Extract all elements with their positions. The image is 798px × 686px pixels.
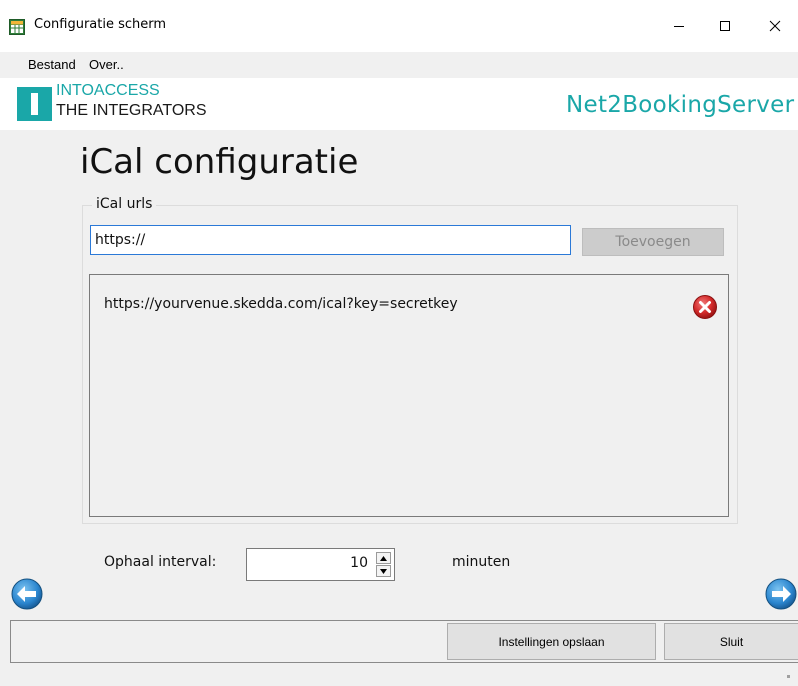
company-tagline: THE INTEGRATORS (56, 102, 207, 119)
brand-banner: INTOACCESS THE INTEGRATORS Net2BookingSe… (0, 78, 798, 130)
caret-down-icon (380, 568, 387, 574)
minimize-button[interactable] (656, 11, 702, 41)
table-grid-icon (9, 19, 25, 35)
page-title: iCal configuratie (80, 142, 359, 182)
forward-arrow-icon (765, 578, 797, 610)
add-url-button[interactable]: Toevoegen (582, 228, 724, 256)
interval-unit: minuten (452, 554, 511, 570)
company-name: INTOACCESS (56, 82, 160, 99)
maximize-icon (720, 21, 730, 31)
forward-button[interactable] (765, 578, 798, 610)
ical-url-input[interactable] (90, 225, 571, 255)
save-settings-button[interactable]: Instellingen opslaan (447, 623, 656, 660)
close-button[interactable]: Sluit (664, 623, 798, 660)
title-bar: Configuratie scherm (0, 0, 798, 52)
footer-bar: Instellingen opslaan Sluit (10, 620, 798, 663)
menu-bar: Bestand Over.. (0, 52, 798, 78)
close-icon (769, 20, 781, 32)
stepper-up-button[interactable] (376, 552, 391, 564)
resize-grip[interactable] (787, 675, 790, 678)
interval-stepper[interactable]: 10 (246, 548, 395, 581)
ical-urls-group-label: iCal urls (92, 196, 157, 212)
menu-over[interactable]: Over.. (89, 57, 124, 72)
menu-bestand[interactable]: Bestand (28, 57, 76, 72)
stepper-down-button[interactable] (376, 565, 391, 577)
company-logo (17, 87, 52, 121)
maximize-button[interactable] (702, 11, 748, 41)
product-name: Net2BookingServer (566, 92, 795, 118)
minimize-icon (674, 26, 684, 27)
ical-url-list[interactable]: https://yourvenue.skedda.com/ical?key=se… (89, 274, 729, 517)
ical-url-item: https://yourvenue.skedda.com/ical?key=se… (104, 296, 458, 312)
interval-value[interactable]: 10 (350, 555, 368, 571)
interval-label: Ophaal interval: (104, 554, 217, 570)
window-title: Configuratie scherm (34, 17, 167, 32)
back-arrow-icon[interactable] (11, 578, 43, 610)
remove-url-icon[interactable] (692, 294, 718, 320)
caret-up-icon (380, 555, 387, 561)
close-window-button[interactable] (752, 11, 798, 41)
